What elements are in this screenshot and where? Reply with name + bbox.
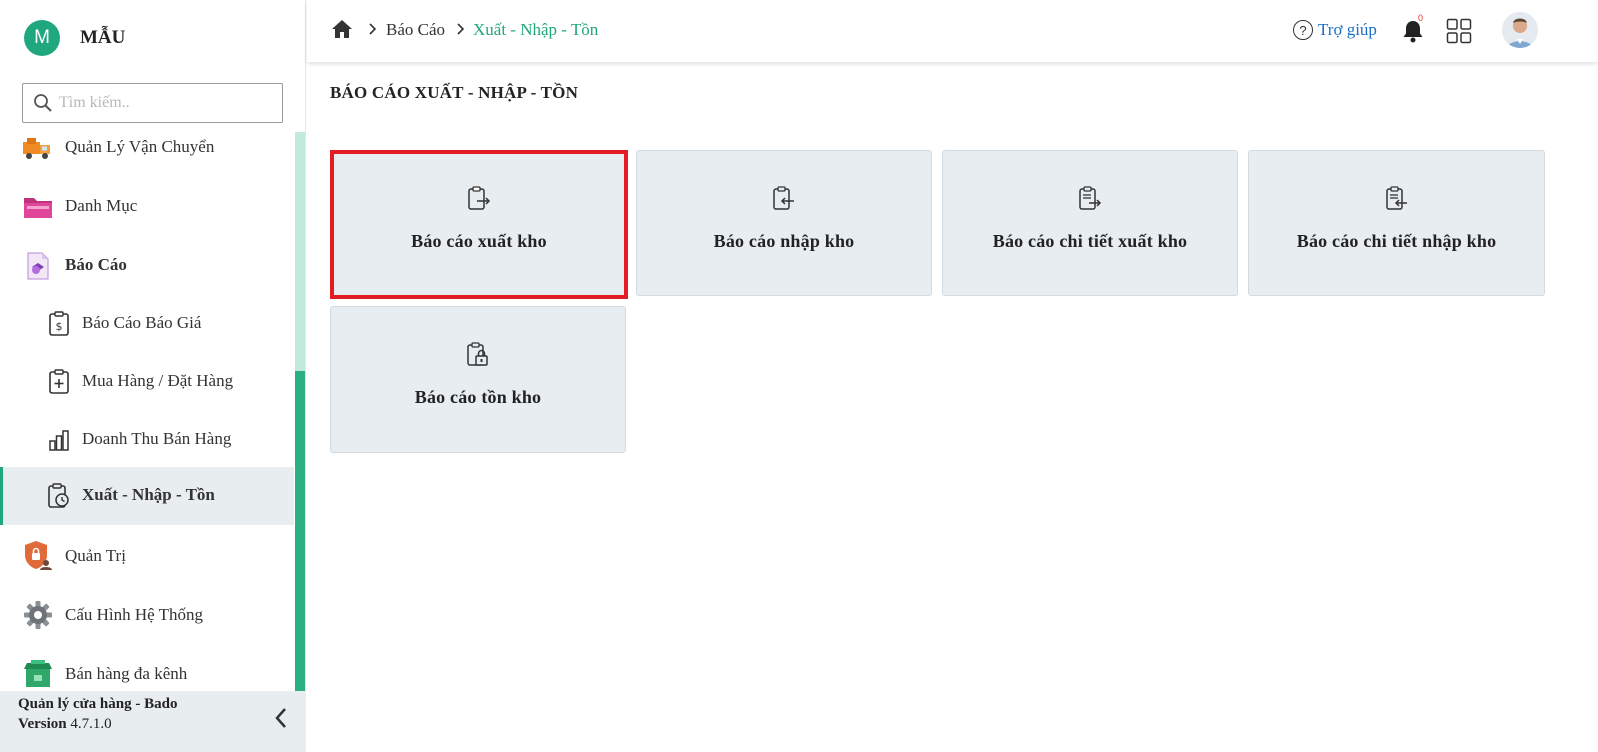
top-header: Báo Cáo Xuất - Nhập - Tồn ? Trợ giúp 0 xyxy=(307,0,1598,62)
app-name: Quản lý cửa hàng - Bado xyxy=(18,696,178,712)
help-label: Trợ giúp xyxy=(1318,20,1377,39)
sidebar-item-reports[interactable]: Báo Cáo xyxy=(0,244,294,288)
shield-user-icon xyxy=(22,539,54,571)
card-import-detail-report[interactable]: Báo cáo chi tiết nhập kho xyxy=(1248,150,1545,296)
gear-icon xyxy=(22,599,54,631)
sidebar-item-multichannel[interactable]: Bán hàng đa kênh xyxy=(0,653,294,691)
card-import-report[interactable]: Báo cáo nhập kho xyxy=(636,150,932,296)
sidebar-scrollbar-thumb[interactable] xyxy=(295,371,305,691)
sidebar-item-label: Danh Mục xyxy=(65,196,138,215)
sidebar-item-label: Quản Lý Vận Chuyển xyxy=(65,137,215,156)
sidebar-item-label: Báo Cáo xyxy=(65,255,127,274)
brand-avatar: M xyxy=(24,20,60,56)
sidebar-footer: Quản lý cửa hàng - Bado Version 4.7.1.0 xyxy=(0,691,306,752)
apps-grid-icon[interactable] xyxy=(1446,18,1472,44)
card-label: Báo cáo chi tiết nhập kho xyxy=(1296,231,1497,251)
version-number: 4.7.1.0 xyxy=(70,716,112,732)
sidebar-menu: Quản Lý Vận Chuyển Danh Mục Báo Cáo $ Bá… xyxy=(0,126,294,691)
sidebar-item-inventory[interactable]: Xuất - Nhập - Tồn xyxy=(0,467,294,525)
question-circle-icon: ? xyxy=(1293,20,1313,40)
card-stock-report[interactable]: Báo cáo tồn kho xyxy=(330,306,626,453)
brand[interactable]: M MẪU xyxy=(24,20,125,56)
app-version: Version 4.7.1.0 xyxy=(18,716,306,733)
clipboard-lock-icon xyxy=(467,342,488,366)
search-box[interactable] xyxy=(22,83,283,123)
sidebar-item-label: Doanh Thu Bán Hàng xyxy=(82,429,232,448)
truck-icon xyxy=(22,132,54,164)
collapse-sidebar-button[interactable] xyxy=(268,705,294,731)
sidebar-item-label: Xuất - Nhập - Tồn xyxy=(82,485,215,504)
svg-text:$: $ xyxy=(56,320,63,333)
clipboard-list-import-icon xyxy=(1385,186,1407,210)
search-input[interactable] xyxy=(59,94,269,112)
notification-count: 0 xyxy=(1418,13,1424,23)
version-label: Version xyxy=(18,716,67,732)
card-export-report[interactable]: Báo cáo xuất kho xyxy=(330,150,628,299)
sidebar-item-purchase[interactable]: Mua Hàng / Đặt Hàng xyxy=(0,360,294,404)
breadcrumb-current: Xuất - Nhập - Tồn xyxy=(473,20,599,39)
card-label: Báo cáo nhập kho xyxy=(713,231,855,251)
card-label: Báo cáo xuất kho xyxy=(411,231,547,251)
search-icon xyxy=(34,94,52,112)
bar-chart-icon xyxy=(46,427,72,453)
sidebar-item-label: Báo Cáo Báo Giá xyxy=(82,313,202,332)
clipboard-plus-icon xyxy=(46,369,72,395)
chevron-right-icon xyxy=(457,23,465,35)
sidebar-item-shipping[interactable]: Quản Lý Vận Chuyển xyxy=(0,126,294,170)
clipboard-dollar-icon: $ xyxy=(46,311,72,337)
brand-name: MẪU xyxy=(80,27,126,48)
report-icon xyxy=(22,250,54,282)
sidebar-item-label: Mua Hàng / Đặt Hàng xyxy=(82,371,234,390)
sidebar-item-revenue[interactable]: Doanh Thu Bán Hàng xyxy=(0,418,294,462)
chevron-right-icon xyxy=(369,23,377,35)
page-title: BÁO CÁO XUẤT - NHẬP - TỒN xyxy=(330,83,579,102)
sidebar-item-label: Cấu Hình Hệ Thống xyxy=(65,605,204,624)
breadcrumb-reports[interactable]: Báo Cáo xyxy=(386,20,445,40)
home-icon[interactable] xyxy=(331,18,353,40)
sidebar-item-quote-report[interactable]: $ Báo Cáo Báo Giá xyxy=(0,302,294,346)
user-photo-icon xyxy=(1502,12,1538,48)
clipboard-clock-icon xyxy=(46,483,72,509)
clipboard-export-icon xyxy=(468,186,491,210)
card-label: Báo cáo tồn kho xyxy=(414,387,542,407)
sidebar: M MẪU Quản Lý Vận Chuyển Danh Mục Báo Cá… xyxy=(0,0,306,752)
clipboard-list-export-icon xyxy=(1079,186,1102,210)
help-link[interactable]: ? Trợ giúp xyxy=(1293,20,1377,40)
card-label: Báo cáo chi tiết xuất kho xyxy=(992,231,1188,251)
card-export-detail-report[interactable]: Báo cáo chi tiết xuất kho xyxy=(942,150,1238,296)
store-icon xyxy=(22,658,54,690)
sidebar-item-admin[interactable]: Quản Trị xyxy=(0,535,294,579)
sidebar-item-label: Quản Trị xyxy=(65,546,126,565)
chevron-left-icon xyxy=(275,708,286,728)
user-avatar[interactable] xyxy=(1502,12,1538,48)
sidebar-item-label: Bán hàng đa kênh xyxy=(65,664,188,683)
folder-icon xyxy=(22,191,54,223)
sidebar-item-settings[interactable]: Cấu Hình Hệ Thống xyxy=(0,594,294,638)
sidebar-item-categories[interactable]: Danh Mục xyxy=(0,185,294,229)
clipboard-import-icon xyxy=(773,186,794,210)
